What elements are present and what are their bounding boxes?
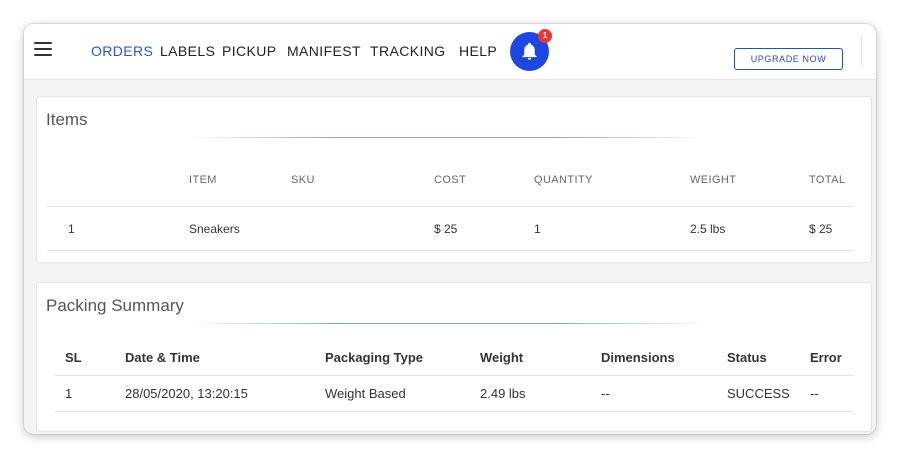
menu-icon[interactable] [34,42,52,56]
packing-row-error: -- [810,386,819,401]
col-header-packaging-type: Packaging Type [325,350,424,365]
nav-manifest[interactable]: MANIFEST [287,43,361,59]
bell-icon [522,42,537,60]
col-header-cost: COST [434,174,467,186]
packing-title-rule [187,323,707,324]
col-header-total: TOTAL [809,174,846,186]
packing-summary-card: Packing Summary SL Date & Time Packaging… [36,282,872,432]
nav-labels[interactable]: LABELS [160,43,215,59]
upgrade-now-button[interactable]: UPGRADE NOW [734,48,843,70]
topbar-divider [861,36,862,66]
packing-row-status: SUCCESS [727,386,790,401]
col-header-status: Status [727,350,767,365]
col-header-sl: SL [65,350,82,365]
col-header-dimensions: Dimensions [601,350,675,365]
top-nav-bar: ORDERS LABELS PICKUP MANIFEST TRACKING H… [24,24,876,80]
items-title: Items [46,110,88,129]
item-row-name: Sneakers [189,222,240,236]
items-card: Items ITEM SKU COST QUANTITY WEIGHT TOTA… [36,96,872,263]
items-title-rule [187,137,707,138]
items-row-divider [47,250,853,251]
col-header-item: ITEM [189,174,217,186]
item-row-quantity: 1 [534,222,541,236]
col-header-weight: WEIGHT [690,174,737,186]
packing-row-sl: 1 [65,386,73,401]
col-header-sku: SKU [291,174,315,186]
col-header-date-time: Date & Time [125,350,200,365]
item-row-index: 1 [68,222,75,236]
item-row-cost: $ 25 [434,222,458,236]
nav-tracking[interactable]: TRACKING [370,43,446,59]
packing-row-date-time: 28/05/2020, 13:20:15 [125,386,248,401]
col-header-quantity: QUANTITY [534,174,593,186]
packing-summary-title: Packing Summary [46,296,184,315]
item-row-total: $ 25 [809,222,833,236]
packing-row-dimensions: -- [601,386,610,401]
col-header-error: Error [810,350,842,365]
nav-pickup[interactable]: PICKUP [222,43,277,59]
packing-header-divider [55,375,853,376]
col-header-weight: Weight [480,350,524,365]
items-header-divider [47,206,853,207]
item-row-weight: 2.5 lbs [690,222,726,236]
nav-help[interactable]: HELP [459,43,497,59]
nav-orders[interactable]: ORDERS [91,43,153,59]
packing-row-weight: 2.49 lbs [480,386,526,401]
packing-row-divider [55,411,853,412]
packing-row-packaging-type: Weight Based [325,386,406,401]
notification-count-badge: 1 [538,29,552,43]
app-window: ORDERS LABELS PICKUP MANIFEST TRACKING H… [24,24,876,434]
